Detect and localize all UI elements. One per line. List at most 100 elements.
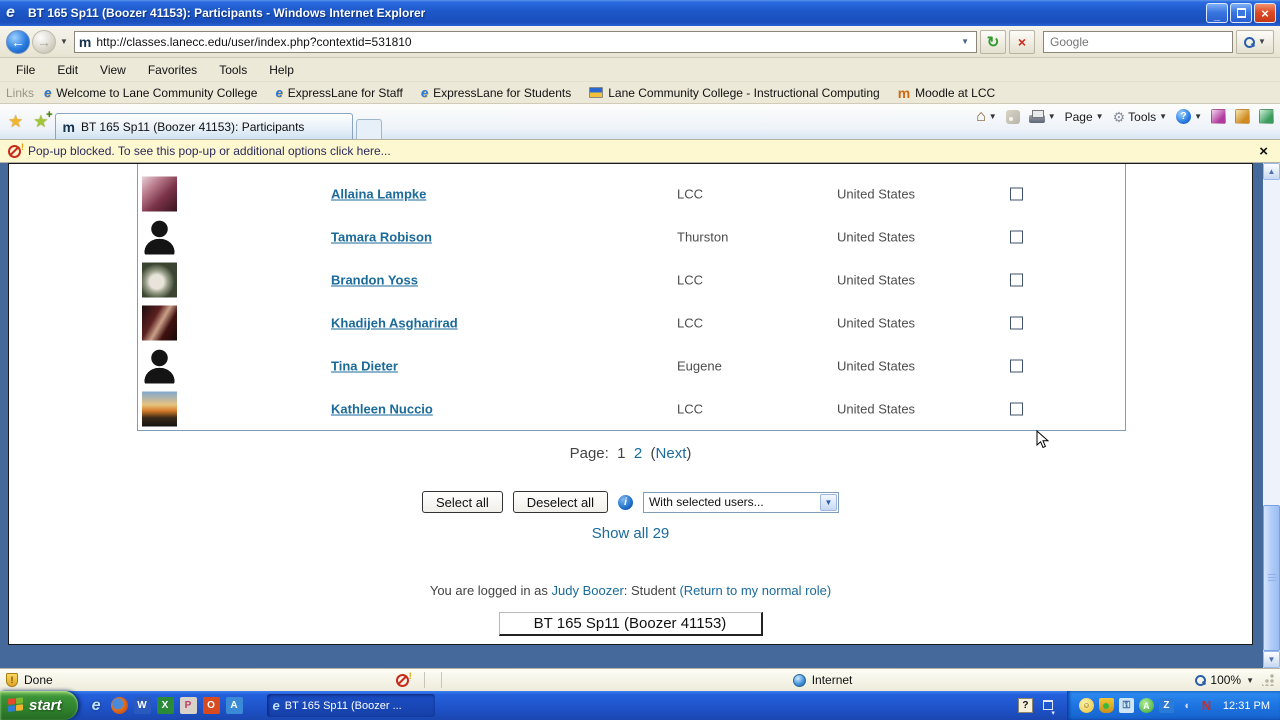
- help-menu[interactable]: ?▼: [1176, 109, 1202, 124]
- tray-shield-icon[interactable]: [1099, 698, 1114, 713]
- stop-button[interactable]: ×: [1009, 30, 1035, 54]
- url-input[interactable]: [96, 35, 958, 49]
- menu-help[interactable]: Help: [259, 60, 304, 80]
- tray-novell-icon[interactable]: N: [1199, 698, 1214, 713]
- forward-button[interactable]: →: [32, 30, 56, 54]
- language-restore-icon[interactable]: [1041, 700, 1053, 711]
- research-icon[interactable]: [1235, 109, 1250, 124]
- popup-blocked-bar[interactable]: ! Pop-up blocked. To see this pop-up or …: [0, 140, 1280, 163]
- language-bar: ?: [1018, 698, 1053, 713]
- tray-antivirus-icon[interactable]: A: [1139, 698, 1154, 713]
- quicklaunch-powerpoint-icon[interactable]: O: [203, 697, 220, 714]
- participant-city: LCC: [677, 272, 703, 287]
- tools-menu[interactable]: ⚙Tools▼: [1113, 110, 1168, 124]
- infobar-close-icon[interactable]: ×: [1255, 143, 1272, 160]
- restore-button[interactable]: [1230, 3, 1252, 23]
- avatar[interactable]: [142, 219, 177, 254]
- scrollbar-thumb[interactable]: [1263, 505, 1280, 651]
- deselect-all-button[interactable]: Deselect all: [513, 491, 608, 513]
- links-label: Links: [6, 86, 34, 100]
- pagination-page-2[interactable]: 2: [634, 445, 642, 462]
- feeds-button[interactable]: [1006, 110, 1020, 124]
- quicklaunch-word-icon[interactable]: W: [134, 697, 151, 714]
- participant-name-link[interactable]: Tina Dieter: [331, 358, 398, 373]
- messenger-icon[interactable]: [1211, 109, 1226, 124]
- quicklaunch-outlook-icon[interactable]: A: [226, 697, 243, 714]
- menu-view[interactable]: View: [90, 60, 136, 80]
- refresh-button[interactable]: ↻: [980, 30, 1006, 54]
- participant-checkbox[interactable]: [1010, 402, 1023, 415]
- avatar[interactable]: [142, 391, 177, 426]
- tray-z-icon[interactable]: Z: [1159, 698, 1174, 713]
- participant-name-link[interactable]: Kathleen Nuccio: [331, 401, 433, 416]
- link-moodle-lcc[interactable]: m Moodle at LCC: [898, 86, 996, 100]
- back-button[interactable]: ←: [6, 30, 30, 54]
- link-expresslane-staff[interactable]: e ExpressLane for Staff: [275, 86, 402, 100]
- language-help-icon[interactable]: ?: [1018, 698, 1033, 713]
- windows-flag-icon: [8, 697, 24, 714]
- vertical-scrollbar[interactable]: ▲ ▼: [1263, 163, 1280, 668]
- send-note-icon[interactable]: [1259, 109, 1274, 124]
- participant-name-link[interactable]: Allaina Lampke: [331, 186, 426, 201]
- tray-key-icon[interactable]: ⚿: [1119, 698, 1134, 713]
- selected-option-label: With selected users...: [644, 495, 820, 509]
- search-button[interactable]: ▼: [1236, 30, 1274, 54]
- avatar[interactable]: [142, 262, 177, 297]
- pagination-label: Page:: [570, 445, 609, 462]
- participant-name-link[interactable]: Tamara Robison: [331, 229, 432, 244]
- quicklaunch-ie-icon[interactable]: e: [88, 697, 105, 714]
- scroll-down-icon[interactable]: ▼: [1263, 651, 1280, 668]
- ie-icon: e: [421, 87, 428, 99]
- tray-volume-icon[interactable]: ◖: [1179, 698, 1194, 713]
- selection-actions: Select all Deselect all i With selected …: [9, 491, 1252, 513]
- menu-favorites[interactable]: Favorites: [138, 60, 207, 80]
- participant-checkbox[interactable]: [1010, 316, 1023, 329]
- with-selected-users-select[interactable]: With selected users... ▼: [643, 492, 839, 513]
- quicklaunch-excel-icon[interactable]: X: [157, 697, 174, 714]
- participant-checkbox[interactable]: [1010, 359, 1023, 372]
- new-tab-button[interactable]: [356, 119, 382, 139]
- scroll-up-icon[interactable]: ▲: [1263, 163, 1280, 180]
- menu-tools[interactable]: Tools: [209, 60, 257, 80]
- zoom-control[interactable]: 100% ▼: [1195, 673, 1254, 687]
- participant-name-link[interactable]: Brandon Yoss: [331, 272, 418, 287]
- return-role-link[interactable]: (Return to my normal role): [679, 583, 831, 598]
- logged-in-user-link[interactable]: Judy Boozer: [552, 583, 624, 598]
- link-welcome-lcc[interactable]: e Welcome to Lane Community College: [44, 86, 257, 100]
- task-button-active[interactable]: e BT 165 Sp11 (Boozer ...: [267, 694, 435, 717]
- start-button[interactable]: start: [0, 691, 78, 720]
- print-button[interactable]: ▼: [1029, 110, 1056, 123]
- info-icon[interactable]: i: [618, 495, 633, 510]
- minimize-button[interactable]: _: [1206, 3, 1228, 23]
- url-dropdown-icon[interactable]: ▼: [958, 37, 972, 46]
- search-input[interactable]: [1050, 35, 1226, 49]
- menu-file[interactable]: File: [6, 60, 45, 80]
- close-button[interactable]: ×: [1254, 3, 1276, 23]
- avatar[interactable]: [142, 176, 177, 211]
- show-all-link[interactable]: Show all 29: [592, 525, 670, 542]
- tray-messenger-icon[interactable]: ☺: [1079, 698, 1094, 713]
- history-dropdown-icon[interactable]: ▼: [60, 37, 68, 46]
- tab-active[interactable]: m BT 165 Sp11 (Boozer 41153): Participan…: [55, 113, 353, 139]
- table-row: Brandon Yoss LCC United States: [138, 258, 1125, 301]
- select-all-button[interactable]: Select all: [422, 491, 503, 513]
- participant-checkbox[interactable]: [1010, 187, 1023, 200]
- participant-name-link[interactable]: Khadijeh Asgharirad: [331, 315, 458, 330]
- participant-checkbox[interactable]: [1010, 230, 1023, 243]
- link-lcc-instructional[interactable]: Lane Community College - Instructional C…: [589, 86, 879, 100]
- menu-edit[interactable]: Edit: [47, 60, 88, 80]
- avatar[interactable]: [142, 348, 177, 383]
- pagination-next[interactable]: Next: [656, 445, 687, 462]
- add-favorite-icon[interactable]: ★: [33, 112, 48, 132]
- participant-checkbox[interactable]: [1010, 273, 1023, 286]
- home-button[interactable]: ⌂▼: [976, 110, 997, 124]
- favorites-center-icon[interactable]: ★: [8, 112, 23, 132]
- search-dropdown-icon: ▼: [1258, 37, 1266, 46]
- avatar[interactable]: [142, 305, 177, 340]
- link-expresslane-students[interactable]: e ExpressLane for Students: [421, 86, 571, 100]
- page-menu[interactable]: Page▼: [1065, 110, 1104, 124]
- popup-blocked-icon: !: [8, 145, 21, 158]
- course-shortname-button[interactable]: BT 165 Sp11 (Boozer 41153): [499, 612, 763, 636]
- quicklaunch-firefox-icon[interactable]: [111, 697, 128, 714]
- quicklaunch-access-icon[interactable]: P: [180, 697, 197, 714]
